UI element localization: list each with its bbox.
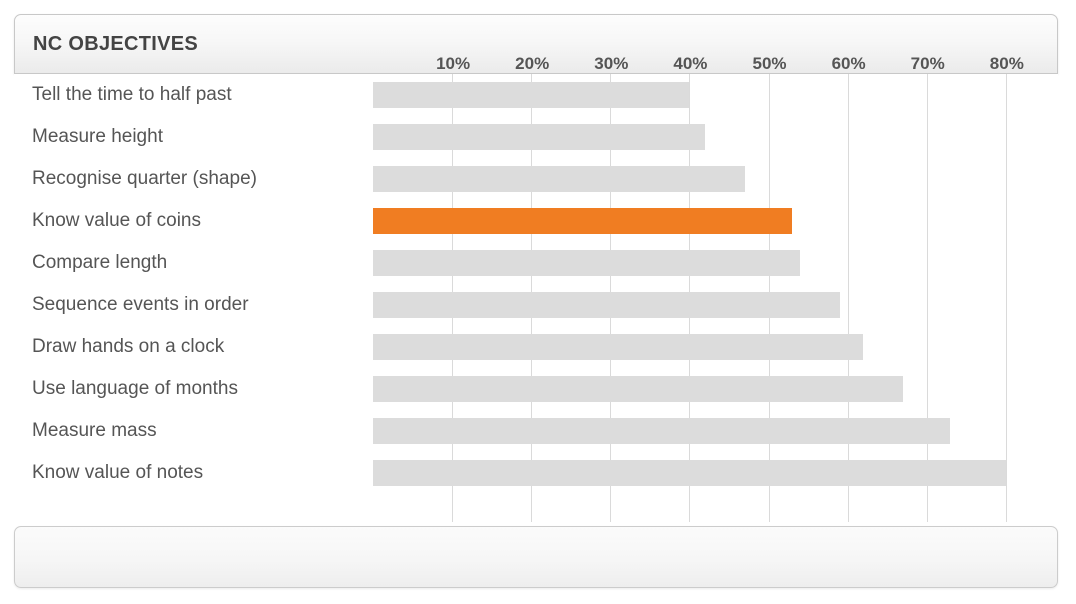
bar[interactable] (373, 124, 706, 150)
row-label: Sequence events in order (32, 294, 249, 315)
row-label: Know value of notes (32, 462, 204, 483)
bar[interactable] (373, 376, 903, 402)
chart-row[interactable]: Draw hands on a clock (14, 326, 1058, 368)
page-title: NC OBJECTIVES (33, 33, 199, 55)
bar[interactable] (373, 418, 951, 444)
chart-row[interactable]: Use language of months (14, 368, 1058, 410)
x-axis-tick-40: 40% (673, 54, 708, 73)
chart-row[interactable]: Measure height (14, 116, 1058, 158)
row-label: Recognise quarter (shape) (32, 168, 257, 189)
row-label: Know value of coins (32, 210, 201, 231)
chart-footer-panel (14, 526, 1058, 588)
row-label: Measure mass (32, 420, 157, 441)
chart-row[interactable]: Measure mass (14, 410, 1058, 452)
x-axis-tick-10: 10% (436, 54, 471, 73)
bar[interactable] (373, 334, 864, 360)
chart-row[interactable]: Tell the time to half past (14, 74, 1058, 116)
x-axis-tick-70: 70% (910, 54, 945, 73)
chart-row[interactable]: Know value of coins (14, 200, 1058, 242)
row-label: Measure height (32, 126, 163, 147)
x-axis-tick-60: 60% (831, 54, 866, 73)
bar-highlighted[interactable] (373, 208, 793, 234)
chart-row[interactable]: Know value of notes (14, 452, 1058, 494)
chart-header-panel: NC OBJECTIVES 10% 20% 30% 40% 50% 60% 70% 80% (14, 14, 1058, 74)
row-label: Draw hands on a clock (32, 336, 225, 357)
chart-row[interactable]: Recognise quarter (shape) (14, 158, 1058, 200)
chart-plot-area: Tell the time to half past Measure height… (14, 74, 1058, 522)
chart-row[interactable]: Sequence events in order (14, 284, 1058, 326)
x-axis-tick-50: 50% (752, 54, 787, 73)
row-label: Compare length (32, 252, 168, 273)
bar[interactable] (373, 250, 801, 276)
row-label: Tell the time to half past (32, 84, 232, 105)
x-axis-tick-30: 30% (594, 54, 629, 73)
bar[interactable] (373, 166, 745, 192)
bar[interactable] (373, 292, 840, 318)
chart-row[interactable]: Compare length (14, 242, 1058, 284)
row-label: Use language of months (32, 378, 238, 399)
bar[interactable] (373, 82, 690, 108)
bar[interactable] (373, 460, 1006, 486)
nc-objectives-chart-widget: NC OBJECTIVES 10% 20% 30% 40% 50% 60% 70% 80% T… (14, 14, 1060, 590)
x-axis-tick-20: 20% (515, 54, 550, 73)
x-axis-tick-80: 80% (989, 54, 1024, 73)
